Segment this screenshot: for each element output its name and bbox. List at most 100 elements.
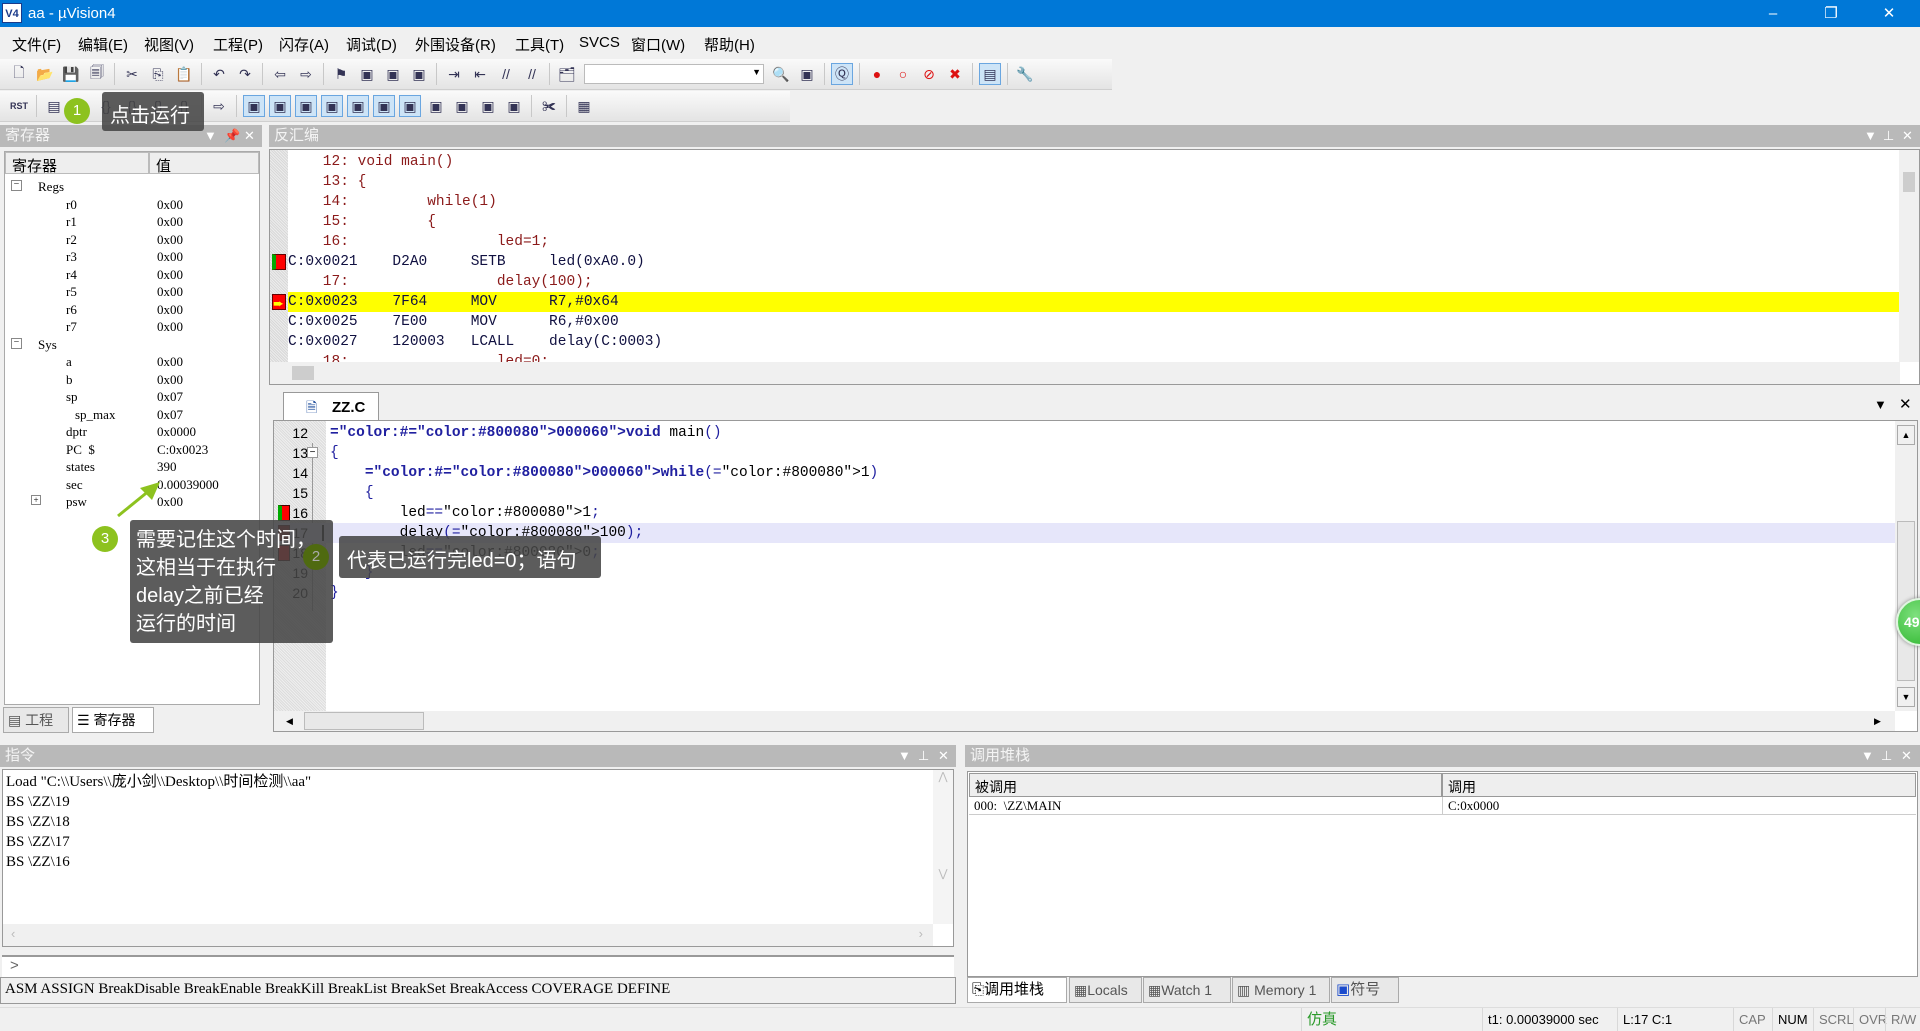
scroll-up-icon[interactable]: ▲: [1897, 425, 1915, 445]
show-next-statement-icon[interactable]: ⇨: [208, 95, 230, 117]
watch-window-icon[interactable]: ▣: [373, 95, 395, 117]
comment-icon[interactable]: //: [495, 63, 517, 85]
panel-close-icon[interactable]: ✕: [938, 745, 949, 767]
panel-menu-icon[interactable]: ▼: [898, 745, 911, 767]
col-header-callee[interactable]: 被调用: [969, 773, 1442, 797]
tab-locals[interactable]: ▦Locals: [1069, 977, 1142, 1003]
code-line[interactable]: 20}: [274, 583, 1895, 603]
register-row[interactable]: r1 0x00: [5, 213, 263, 230]
call-stack-window-icon[interactable]: ▣: [347, 95, 369, 117]
menu-debug[interactable]: 调试(D): [346, 34, 397, 55]
menu-tools[interactable]: 工具(T): [515, 34, 564, 55]
col-header-register[interactable]: 寄存器: [5, 152, 149, 175]
register-row[interactable]: a 0x00: [5, 353, 263, 370]
panel-close-icon[interactable]: ✕: [244, 125, 255, 147]
collapse-icon[interactable]: −: [11, 337, 22, 349]
source-line[interactable]: 15: {: [288, 212, 1899, 232]
debug-settings-icon[interactable]: ▣: [796, 63, 818, 85]
register-row[interactable]: r5 0x00: [5, 283, 263, 300]
collapse-icon[interactable]: −: [11, 180, 22, 191]
forward-icon[interactable]: ⇨: [295, 63, 317, 85]
asm-line[interactable]: C:0x0021 D2A0 SETB led(0xA0.0): [288, 252, 1899, 272]
tab-callstack[interactable]: ⎘调用堆栈: [967, 977, 1067, 1003]
source-line[interactable]: 13: {: [288, 172, 1899, 192]
source-line[interactable]: 12: void main(): [288, 152, 1899, 172]
system-viewer-icon[interactable]: ▣: [503, 95, 525, 117]
editor-close-icon[interactable]: ✕: [1899, 395, 1912, 413]
window-layout-icon[interactable]: ▤: [979, 63, 1001, 85]
pin-icon[interactable]: ⊥: [1883, 125, 1894, 147]
panel-menu-icon[interactable]: ▼: [1864, 125, 1877, 147]
col-header-value[interactable]: 值: [149, 152, 259, 175]
register-value[interactable]: 0x07: [157, 407, 183, 423]
tab-project[interactable]: ▤ 工程: [3, 707, 69, 733]
symbols-window-icon[interactable]: ▣: [295, 95, 317, 117]
command-window-icon[interactable]: ▣: [243, 95, 265, 117]
undo-icon[interactable]: ↶: [208, 63, 230, 85]
editor-hscrollbar[interactable]: ◀ ▶: [274, 711, 1895, 731]
chevron-down-icon[interactable]: ▼: [752, 67, 761, 77]
unindent-icon[interactable]: ⇤: [469, 63, 491, 85]
menu-peripherals[interactable]: 外围设备(R): [415, 34, 496, 55]
configure-icon[interactable]: 🔧: [1014, 63, 1036, 85]
command-output[interactable]: Load "C:\\Users\\庞小剑\\Desktop\\时间检测\\aa"…: [2, 769, 954, 947]
pin-icon[interactable]: 📌: [224, 125, 240, 147]
register-value[interactable]: 0x0000: [157, 424, 196, 440]
register-row[interactable]: states 390: [5, 458, 263, 475]
new-file-icon[interactable]: 🗋: [8, 63, 30, 85]
minimize-button[interactable]: –: [1744, 0, 1802, 27]
serial-window-icon[interactable]: ▣: [425, 95, 447, 117]
register-row[interactable]: r7 0x00: [5, 318, 263, 335]
register-row[interactable]: r0 0x00: [5, 196, 263, 213]
register-value[interactable]: 0x00: [157, 302, 183, 318]
disable-breakpoint-icon[interactable]: ○: [892, 63, 914, 85]
find-in-files-icon[interactable]: 🗂: [556, 63, 578, 85]
menu-view[interactable]: 视图(V): [144, 34, 194, 55]
register-value[interactable]: 0x00: [157, 372, 183, 388]
restore-button[interactable]: ❐: [1802, 0, 1860, 27]
find-icon[interactable]: 🔍: [770, 63, 792, 85]
menu-file[interactable]: 文件(F): [12, 34, 61, 55]
source-line[interactable]: 16: led=1;: [288, 232, 1899, 252]
panel-close-icon[interactable]: ✕: [1902, 125, 1913, 147]
start-debug-icon[interactable]: Ⓠ: [831, 63, 853, 85]
register-value[interactable]: 0x00: [157, 232, 183, 248]
scroll-thumb[interactable]: [1903, 172, 1915, 192]
close-button[interactable]: ✕: [1860, 0, 1918, 27]
copy-icon[interactable]: ⎘: [147, 63, 169, 85]
asm-line[interactable]: C:0x0027 120003 LCALL delay(C:0003): [288, 332, 1899, 352]
menu-svcs[interactable]: SVCS: [579, 34, 620, 51]
open-icon[interactable]: 📂: [34, 63, 56, 85]
redo-icon[interactable]: ↷: [234, 63, 256, 85]
breakpoint-icon[interactable]: [278, 505, 290, 521]
register-group[interactable]: − Sys: [5, 336, 263, 353]
menu-help[interactable]: 帮助(H): [704, 34, 755, 55]
pin-icon[interactable]: ⊥: [918, 745, 929, 767]
editor-vscrollbar[interactable]: ▲ ▼: [1895, 421, 1917, 711]
current-instruction-arrow-icon[interactable]: ➨: [272, 294, 286, 311]
breakpoint-icon[interactable]: [272, 254, 286, 270]
menu-project[interactable]: 工程(P): [213, 34, 263, 55]
code-line[interactable]: 14 ="color:#="color:#800080">000060">whi…: [274, 463, 1895, 483]
disable-all-breakpoints-icon[interactable]: ⊘: [918, 63, 940, 85]
register-row[interactable]: r6 0x00: [5, 301, 263, 318]
panel-menu-icon[interactable]: ▼: [1861, 745, 1874, 767]
editor-menu-icon[interactable]: ▼: [1874, 397, 1887, 412]
scroll-thumb[interactable]: [292, 366, 314, 380]
bookmark-icon[interactable]: ⚑: [330, 63, 352, 85]
register-row[interactable]: PC $ C:0x0023: [5, 441, 263, 458]
scroll-left-icon[interactable]: ◀: [286, 713, 302, 729]
tab-memory1[interactable]: ▥ Memory 1: [1232, 977, 1330, 1003]
disassembly-window-icon[interactable]: ▣: [269, 95, 291, 117]
back-icon[interactable]: ⇦: [269, 63, 291, 85]
cut-icon[interactable]: ✂: [121, 63, 143, 85]
paste-icon[interactable]: 📋: [173, 63, 195, 85]
code-line[interactable]: 15 {: [274, 483, 1895, 503]
panel-close-icon[interactable]: ✕: [1901, 745, 1912, 767]
register-value[interactable]: 0x00: [157, 197, 183, 213]
indent-icon[interactable]: ⇥: [443, 63, 465, 85]
kill-breakpoints-icon[interactable]: ✖: [944, 63, 966, 85]
register-value[interactable]: 0x07: [157, 389, 183, 405]
prev-bookmark-icon[interactable]: ▣: [356, 63, 378, 85]
register-row[interactable]: r4 0x00: [5, 266, 263, 283]
